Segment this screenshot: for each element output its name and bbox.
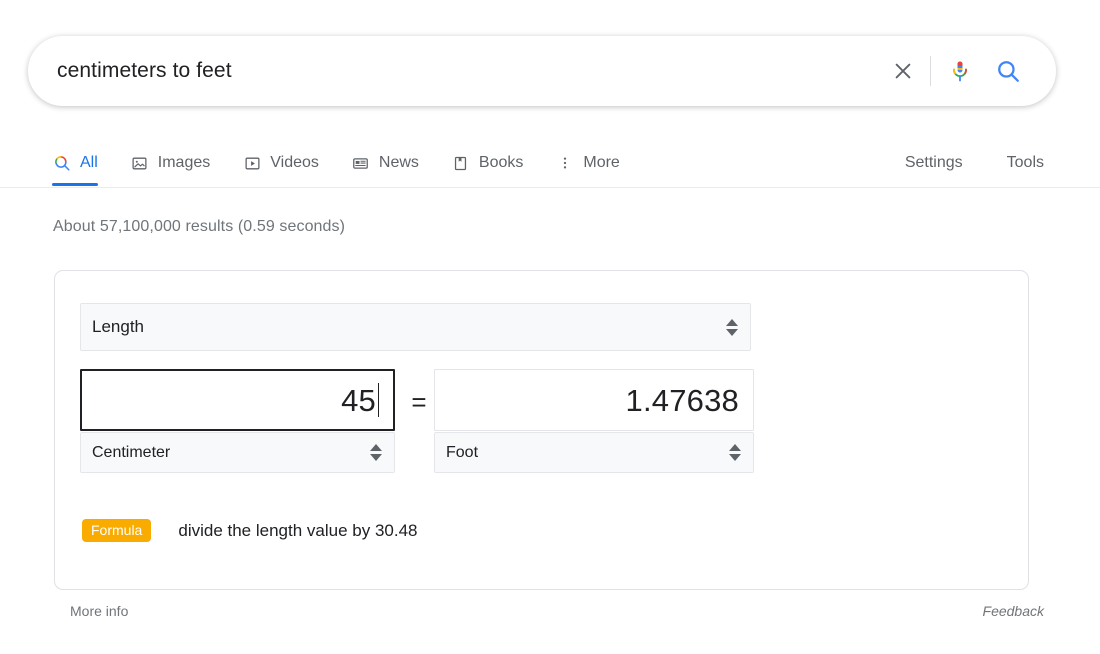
chevron-up-icon — [728, 444, 741, 451]
tab-images[interactable]: Images — [130, 140, 210, 186]
tab-active-underline — [52, 183, 98, 186]
converter-from-group: 45 Centimeter — [80, 369, 395, 473]
chevron-updown-icon[interactable] — [369, 442, 382, 464]
tab-videos[interactable]: Videos — [242, 140, 319, 186]
tab-more[interactable]: More — [555, 140, 620, 186]
chevron-updown-icon[interactable] — [728, 442, 741, 464]
tab-news-label: News — [378, 154, 419, 171]
book-icon — [451, 153, 471, 173]
converter-to-group: 1.47638 Foot — [434, 369, 754, 473]
equals-sign: = — [411, 387, 427, 417]
news-icon — [351, 153, 371, 173]
unit-converter-card: Length 45 Centimeter = 1.47638 Foot Form… — [54, 270, 1029, 590]
formula-row: Formula divide the length value by 30.48 — [82, 519, 417, 542]
settings-button[interactable]: Settings — [905, 154, 963, 172]
chevron-down-icon — [725, 328, 738, 336]
search-input[interactable]: centimeters to feet — [57, 59, 880, 83]
chevron-updown-icon[interactable] — [725, 316, 738, 338]
tools-button[interactable]: Tools — [1007, 154, 1044, 172]
formula-text: divide the length value by 30.48 — [178, 520, 418, 540]
chevron-up-icon — [725, 318, 738, 326]
more-info-link[interactable]: More info — [70, 603, 128, 619]
from-value-input[interactable]: 45 — [80, 369, 395, 431]
search-bar-container: centimeters to feet — [28, 36, 1056, 106]
from-unit-select[interactable]: Centimeter — [80, 432, 395, 473]
search-bar[interactable]: centimeters to feet — [28, 36, 1056, 106]
category-select[interactable]: Length — [80, 303, 751, 351]
image-icon — [130, 153, 150, 173]
tab-more-label: More — [583, 154, 620, 171]
to-unit-value: Foot — [446, 443, 479, 461]
close-icon[interactable] — [880, 48, 926, 94]
tab-books[interactable]: Books — [451, 140, 523, 186]
to-value-input[interactable]: 1.47638 — [434, 369, 754, 431]
tab-books-label: Books — [478, 154, 524, 171]
more-vertical-icon — [555, 153, 575, 173]
text-cursor — [378, 383, 379, 417]
tab-images-label: Images — [157, 154, 211, 171]
tab-news[interactable]: News — [351, 140, 419, 186]
search-tabs: All Images Videos News Books More — [52, 140, 652, 188]
chevron-up-icon — [369, 444, 382, 451]
feedback-link[interactable]: Feedback — [983, 603, 1044, 619]
microphone-icon[interactable] — [937, 48, 983, 94]
chevron-down-icon — [369, 454, 382, 461]
result-stats: About 57,100,000 results (0.59 seconds) — [53, 218, 346, 235]
tabs-right-group: Settings Tools — [861, 140, 1044, 186]
formula-badge: Formula — [82, 519, 152, 542]
search-tabs-bar: All Images Videos News Books More Settin… — [0, 140, 1100, 188]
video-play-icon — [242, 153, 262, 173]
category-select-value: Length — [92, 317, 144, 336]
from-value-text: 45 — [341, 382, 376, 418]
to-value-text: 1.47638 — [625, 382, 739, 418]
tab-all-label: All — [80, 154, 98, 171]
chevron-down-icon — [728, 454, 741, 461]
magnifier-icon[interactable] — [983, 48, 1033, 94]
from-unit-value: Centimeter — [92, 443, 171, 461]
tab-all[interactable]: All — [52, 140, 98, 186]
converter-values-row: 45 Centimeter = 1.47638 Foot — [80, 369, 780, 484]
google-search-icon — [52, 153, 72, 173]
to-unit-select[interactable]: Foot — [434, 432, 754, 473]
search-bar-divider — [930, 56, 931, 86]
tab-videos-label: Videos — [270, 154, 319, 171]
